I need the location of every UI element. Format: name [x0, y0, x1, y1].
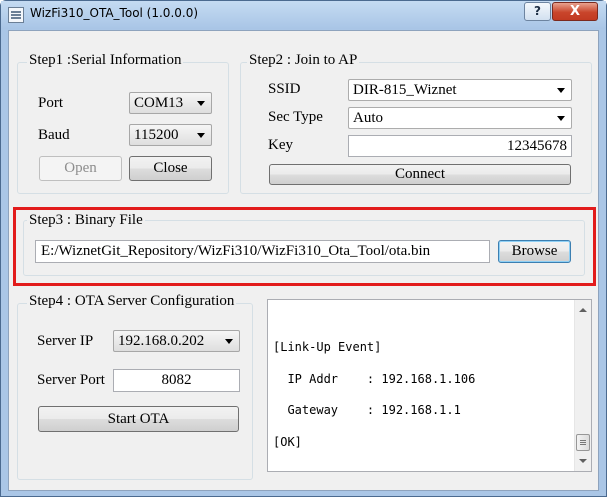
- scroll-thumb[interactable]: [576, 434, 590, 451]
- key-input[interactable]: 12345678: [348, 135, 572, 157]
- ssid-value: DIR-815_Wiznet: [353, 82, 457, 98]
- server-ip-value: 192.168.0.202: [118, 333, 205, 349]
- baud-select[interactable]: 115200: [129, 124, 212, 146]
- chevron-down-icon: [197, 101, 205, 106]
- binary-path-input[interactable]: E:/WiznetGit_Repository/WizFi310/WizFi31…: [35, 240, 490, 263]
- log-line: IP Addr : 192.168.1.106: [273, 372, 476, 386]
- chevron-down-icon: [557, 116, 565, 121]
- port-label: Port: [38, 95, 64, 111]
- sectype-label: Sec Type: [268, 109, 323, 125]
- port-value: COM13: [134, 95, 184, 111]
- title-bar[interactable]: WizFi310_OTA_Tool (1.0.0.0) ? X: [1, 1, 606, 29]
- client-area: Step1 :Serial Information Port COM13 Bau…: [8, 30, 599, 491]
- app-window: WizFi310_OTA_Tool (1.0.0.0) ? X Step1 :S…: [0, 0, 607, 497]
- app-icon: [8, 7, 24, 23]
- server-port-input[interactable]: 8082: [113, 369, 240, 392]
- window-title: WizFi310_OTA_Tool (1.0.0.0): [30, 6, 199, 20]
- ssid-select[interactable]: DIR-815_Wiznet: [348, 79, 572, 101]
- scroll-down-icon[interactable]: [579, 459, 587, 463]
- sectype-value: Auto: [353, 110, 383, 126]
- close-window-button[interactable]: X: [552, 2, 598, 21]
- chevron-down-icon: [557, 88, 565, 93]
- log-line: Gateway : 192.168.1.1: [273, 403, 461, 417]
- ssid-label: SSID: [268, 81, 301, 97]
- server-ip-select[interactable]: 192.168.0.202: [113, 330, 240, 352]
- step4-title: Step4 : OTA Server Configuration: [27, 293, 237, 310]
- sectype-select[interactable]: Auto: [348, 107, 572, 129]
- step1-title: Step1 :Serial Information: [27, 52, 184, 69]
- step3-title: Step3 : Binary File: [27, 212, 145, 229]
- scroll-up-icon[interactable]: [579, 308, 587, 312]
- close-button[interactable]: Close: [129, 156, 212, 181]
- baud-value: 115200: [134, 127, 179, 143]
- chevron-down-icon: [225, 339, 233, 344]
- start-ota-button[interactable]: Start OTA: [38, 406, 239, 432]
- log-line: [OK]: [273, 435, 302, 449]
- step2-title: Step2 : Join to AP: [247, 52, 360, 69]
- chevron-down-icon: [197, 133, 205, 138]
- connect-button[interactable]: Connect: [269, 164, 571, 185]
- log-line: [Link-Up Event]: [273, 340, 382, 354]
- log-output[interactable]: [Link-Up Event] IP Addr : 192.168.1.106 …: [267, 299, 592, 472]
- port-select[interactable]: COM13: [129, 92, 212, 114]
- key-label: Key: [268, 137, 293, 153]
- log-scrollbar[interactable]: [574, 300, 591, 471]
- help-button[interactable]: ?: [524, 2, 551, 21]
- browse-button[interactable]: Browse: [498, 240, 571, 263]
- baud-label: Baud: [38, 127, 70, 143]
- server-ip-label: Server IP: [37, 333, 94, 349]
- open-button[interactable]: Open: [39, 156, 122, 181]
- server-port-label: Server Port: [37, 372, 105, 388]
